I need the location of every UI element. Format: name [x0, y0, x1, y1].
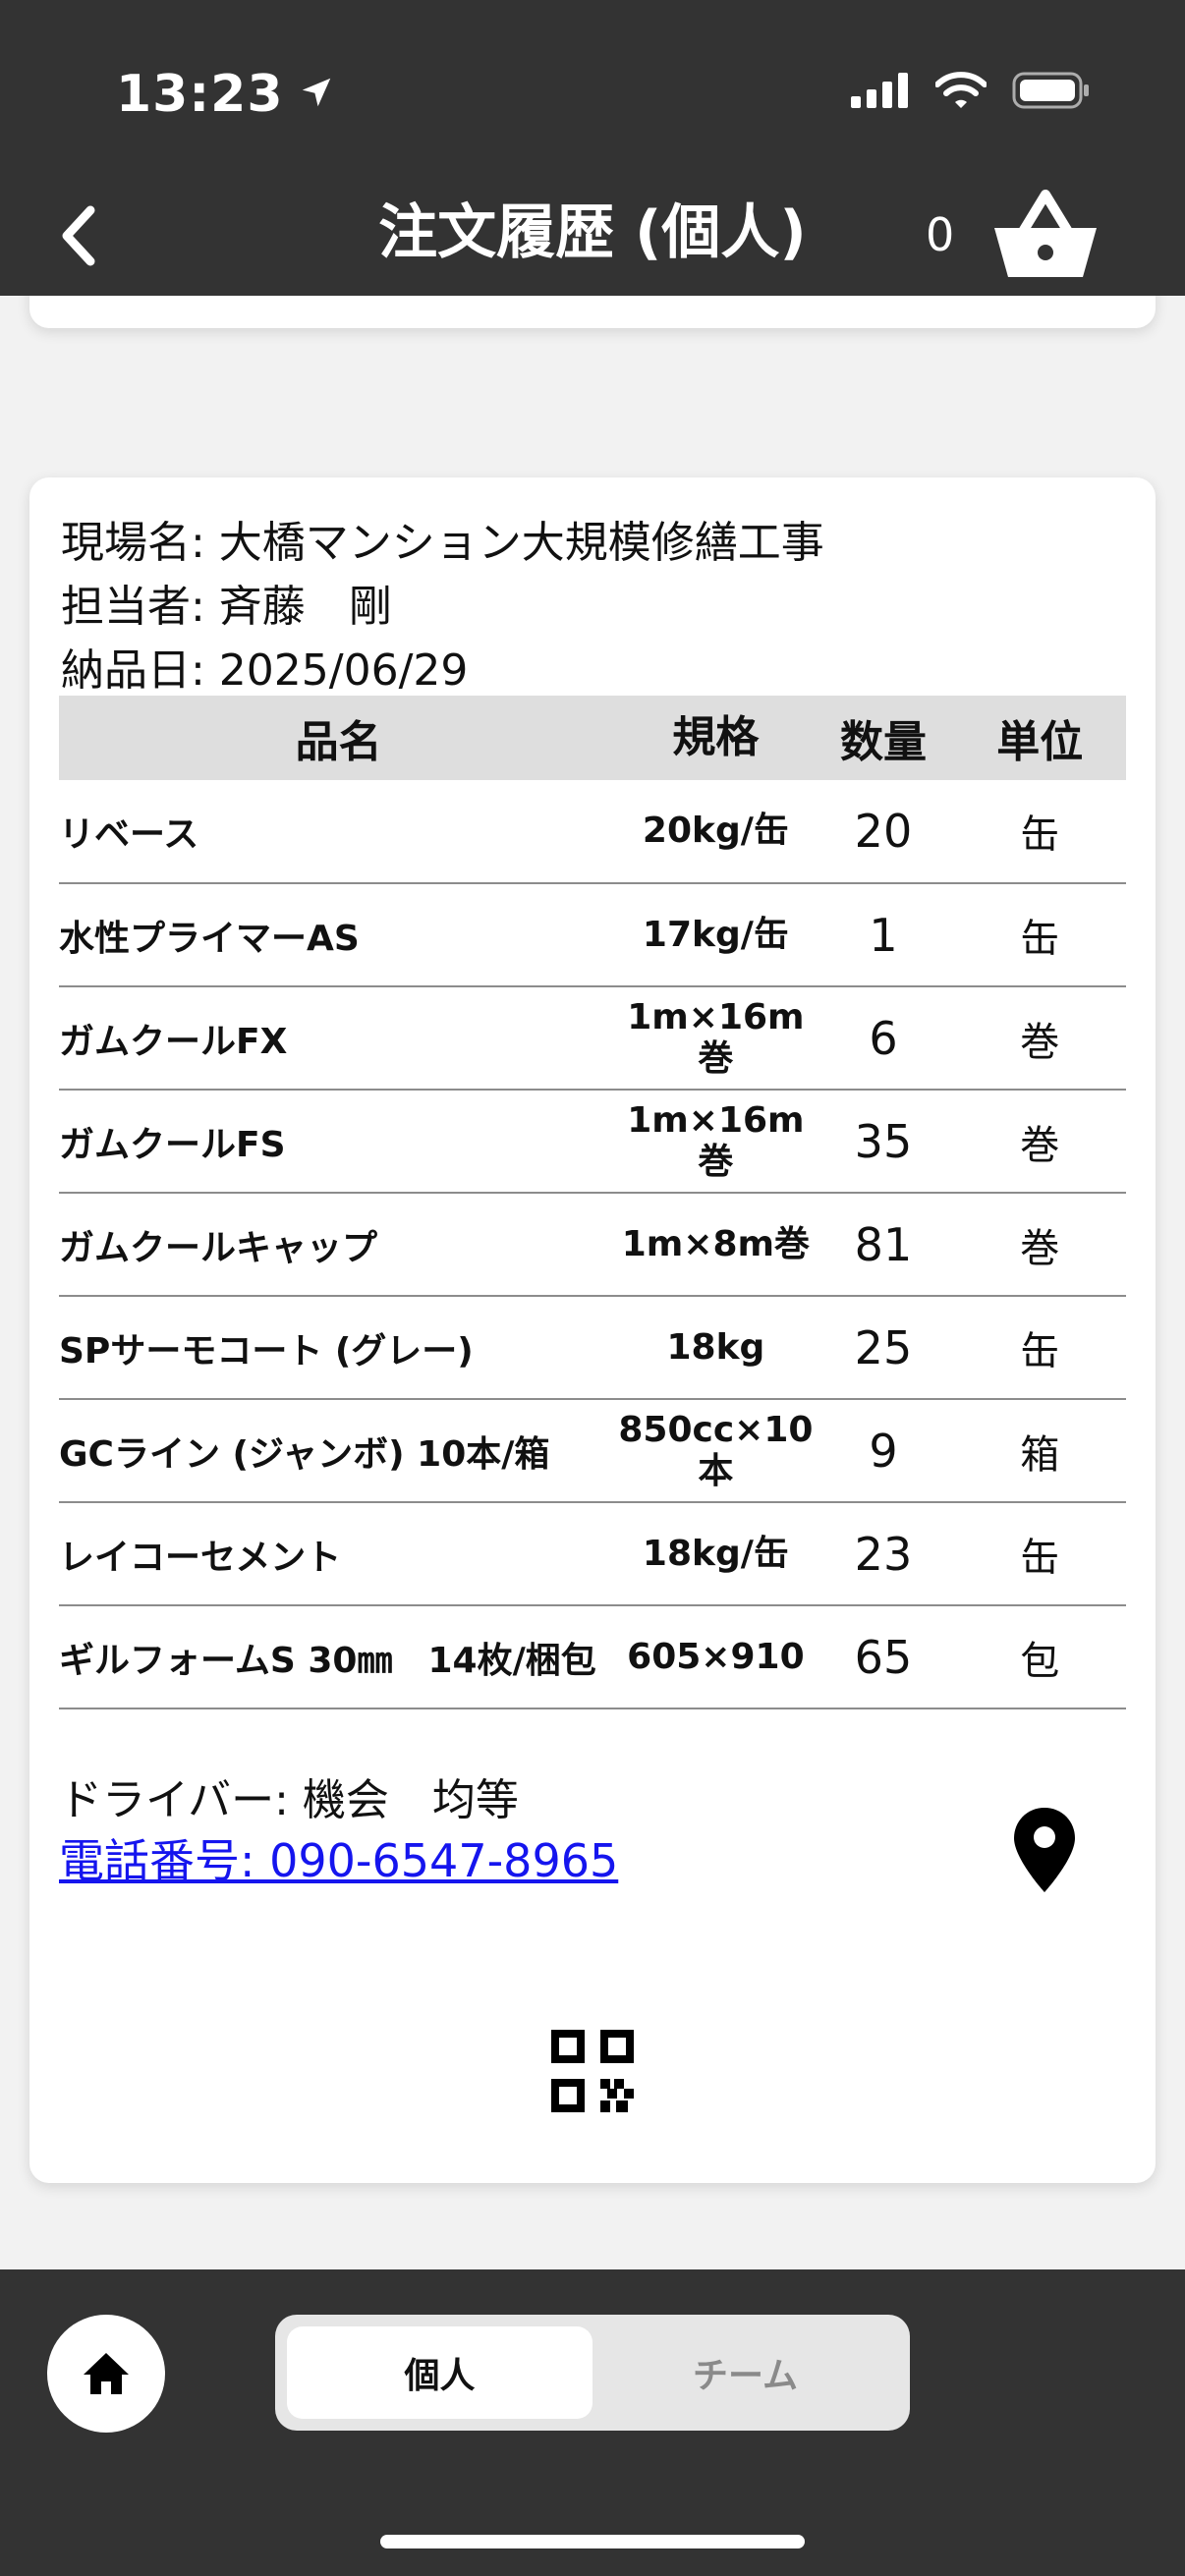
- item-spec: 1m×16m巻: [618, 986, 814, 1091]
- scope-segmented-control: 個人 チーム: [275, 2315, 910, 2431]
- cart-button[interactable]: [990, 187, 1100, 285]
- signal-icon: [851, 73, 910, 112]
- item-spec: 850cc×10本: [618, 1399, 814, 1503]
- qr-code-icon: [551, 2030, 634, 2112]
- item-qty: 9: [813, 1399, 954, 1503]
- home-indicator: [380, 2535, 805, 2548]
- item-name: GCライン (ジャンボ) 10本/箱: [59, 1399, 619, 1503]
- item-unit: 缶: [953, 1502, 1126, 1606]
- item-name: レイコーセメント: [59, 1502, 619, 1606]
- item-qty: 35: [813, 1090, 954, 1194]
- item-name: ガムクールFS: [59, 1090, 619, 1194]
- home-icon: [84, 2353, 129, 2394]
- home-button[interactable]: [47, 2315, 165, 2433]
- item-name: SPサーモコート (グレー): [59, 1296, 619, 1400]
- qr-code-button[interactable]: [551, 2030, 634, 2116]
- item-qty: 6: [813, 986, 954, 1091]
- table-row: 水性プライマーAS 17kg/缶 1 缶: [59, 883, 1126, 987]
- item-name: ガムクールキャップ: [59, 1193, 619, 1297]
- table-row: レイコーセメント 18kg/缶 23 缶: [59, 1502, 1126, 1606]
- item-qty: 81: [813, 1193, 954, 1297]
- item-unit: 巻: [953, 1090, 1126, 1194]
- app-header: 13:23 注文履歴 (個人) 0: [0, 0, 1185, 296]
- item-unit: 缶: [953, 1296, 1126, 1400]
- driver-name: ドライバー: 機会 均等: [59, 1775, 519, 1825]
- item-spec: 605×910: [618, 1605, 814, 1709]
- item-spec: 1m×8m巻: [618, 1193, 814, 1297]
- table-row: ガムクールキャップ 1m×8m巻 81 巻: [59, 1193, 1126, 1297]
- table-header-row: 品名 規格 数量 単位: [59, 696, 1126, 780]
- column-header-unit: 単位: [953, 696, 1126, 780]
- delivery-date: 納品日: 2025/06/29: [61, 645, 469, 696]
- item-unit: 巻: [953, 986, 1126, 1091]
- tab-team[interactable]: チーム: [592, 2326, 898, 2419]
- item-name: リベース: [59, 780, 619, 884]
- item-qty: 23: [813, 1502, 954, 1606]
- wifi-icon: [934, 72, 988, 113]
- table-row: SPサーモコート (グレー) 18kg 25 缶: [59, 1296, 1126, 1400]
- item-unit: 缶: [953, 883, 1126, 987]
- item-name: ギルフォームS 30㎜ 14枚/梱包: [59, 1605, 619, 1709]
- item-unit: 巻: [953, 1193, 1126, 1297]
- basket-icon: [994, 190, 1097, 277]
- column-header-name: 品名: [59, 696, 619, 780]
- map-pin-icon: [1014, 1808, 1075, 1892]
- item-spec: 1m×16m巻: [618, 1090, 814, 1194]
- person-in-charge: 担当者: 斉藤 剛: [61, 582, 392, 632]
- status-time: 13:23: [116, 65, 335, 124]
- map-location-button[interactable]: [1012, 1806, 1077, 1898]
- table-row: リベース 20kg/缶 20 缶: [59, 780, 1126, 884]
- item-spec: 18kg/缶: [618, 1502, 814, 1606]
- status-icons: [851, 71, 1091, 114]
- item-qty: 25: [813, 1296, 954, 1400]
- tab-personal[interactable]: 個人: [287, 2326, 592, 2419]
- site-name: 現場名: 大橋マンション大規模修繕工事: [61, 518, 824, 568]
- cart-count: 0: [926, 208, 955, 261]
- table-row: ガムクールFS 1m×16m巻 35 巻: [59, 1090, 1126, 1194]
- item-spec: 20kg/缶: [618, 780, 814, 884]
- table-row: GCライン (ジャンボ) 10本/箱 850cc×10本 9 箱: [59, 1399, 1126, 1503]
- item-unit: 箱: [953, 1399, 1126, 1503]
- item-qty: 65: [813, 1605, 954, 1709]
- item-name: ガムクールFX: [59, 986, 619, 1091]
- driver-phone-link[interactable]: 電話番号: 090-6547-8965: [59, 1825, 618, 1890]
- item-name: 水性プライマーAS: [59, 883, 619, 987]
- order-items-table: 品名 規格 数量 単位 リベース 20kg/缶 20 缶 水性プライマーAS 1…: [59, 696, 1126, 1709]
- item-qty: 1: [813, 883, 954, 987]
- battery-icon: [1012, 71, 1091, 114]
- item-spec: 18kg: [618, 1296, 814, 1400]
- status-time-text: 13:23: [116, 65, 284, 124]
- item-spec: 17kg/缶: [618, 883, 814, 987]
- item-unit: 缶: [953, 780, 1126, 884]
- location-arrow-icon: [298, 65, 335, 124]
- item-qty: 20: [813, 780, 954, 884]
- column-header-spec: 規格: [618, 696, 814, 780]
- item-unit: 包: [953, 1605, 1126, 1709]
- table-row: ガムクールFX 1m×16m巻 6 巻: [59, 986, 1126, 1091]
- column-header-qty: 数量: [813, 696, 954, 780]
- table-row: ギルフォームS 30㎜ 14枚/梱包 605×910 65 包: [59, 1605, 1126, 1709]
